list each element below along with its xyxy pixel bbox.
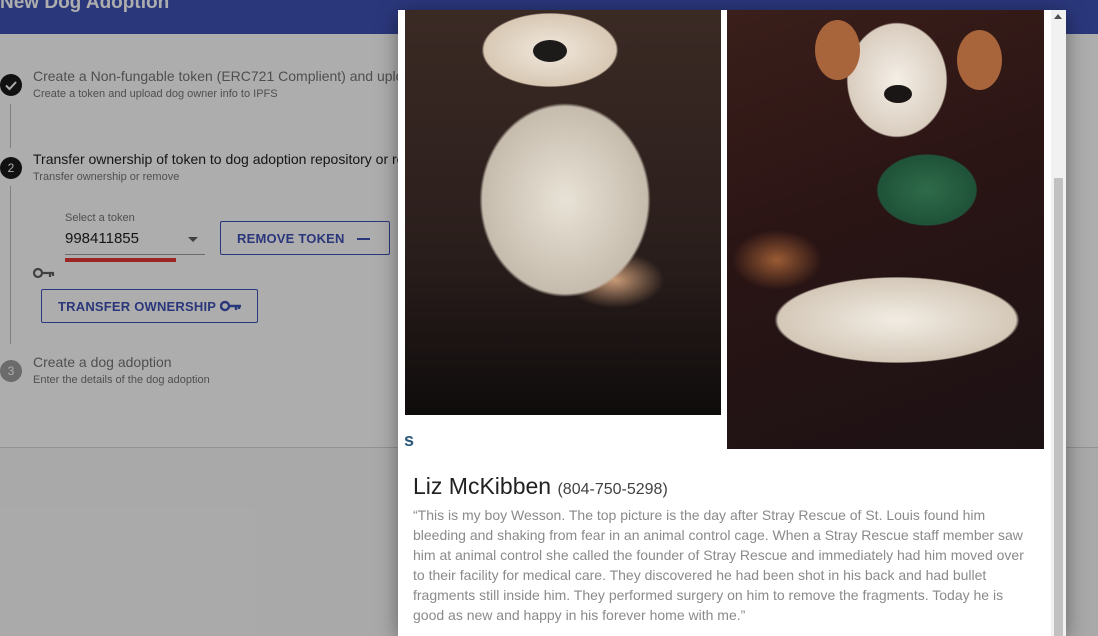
dog-photo-after [727,10,1044,449]
adopter-phone: (804-750-5298) [557,481,668,498]
adopter-name-text: Liz McKibben [413,473,552,499]
adopter-name: Liz McKibben (804-750-5298) [413,473,668,500]
scrollbar-thumb[interactable] [1054,178,1063,636]
scrollbar[interactable] [1051,10,1066,636]
clipped-text: s [404,430,415,450]
scroll-up-arrow-icon[interactable] [1054,14,1062,19]
page: New Dog Adoption Create a Non-fungable t… [0,0,1098,636]
dog-nose [884,85,912,103]
dog-nose [533,40,567,62]
adoption-story-text: “This is my boy Wesson. The top picture … [413,507,1024,623]
dog-ear [815,20,860,80]
dog-photo-before [405,10,721,415]
dog-ear [957,30,1002,90]
adoption-story-dialog: s Liz McKibben (804-750-5298) “This is m… [398,10,1066,636]
